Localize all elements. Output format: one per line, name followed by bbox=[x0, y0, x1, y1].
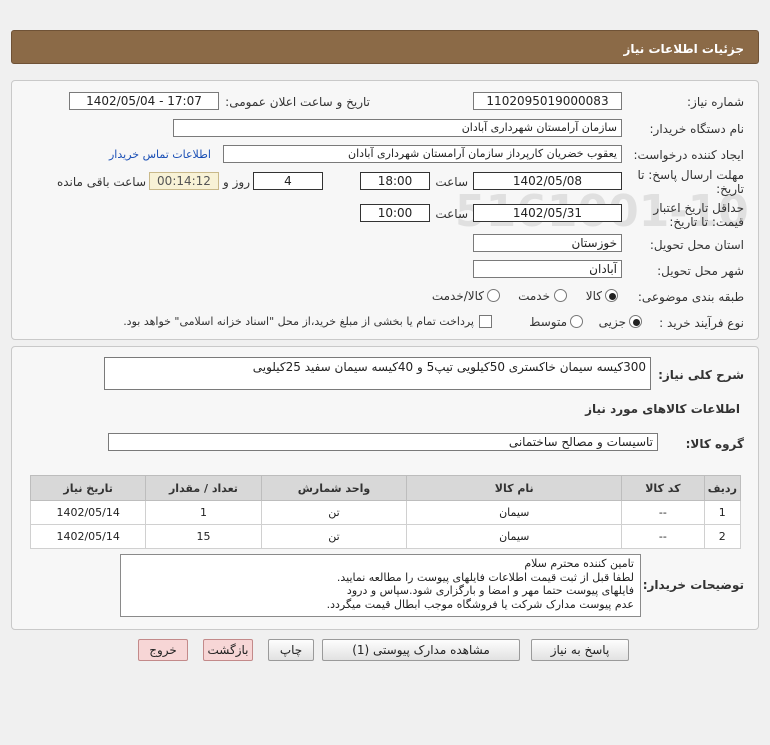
province-label: استان محل تحویل: bbox=[649, 238, 744, 252]
notes-line: تامین کننده محترم سلام bbox=[524, 557, 634, 570]
remaining-label: ساعت باقی مانده bbox=[56, 175, 146, 189]
cell-name: سیمان bbox=[406, 500, 623, 525]
cell-qty: 15 bbox=[145, 524, 262, 549]
process-label: نوع فرآیند خرید : bbox=[659, 316, 744, 330]
col-date: تاریخ نیاز bbox=[29, 475, 147, 501]
col-unit: واحد شمارش bbox=[260, 475, 408, 501]
category-goods-radio[interactable] bbox=[605, 289, 618, 302]
deadline-label-2: تاریخ: bbox=[716, 182, 744, 196]
cell-unit: تن bbox=[260, 500, 408, 525]
page-header: جزئیات اطلاعات نیاز bbox=[11, 30, 759, 64]
deadline-label-1: مهلت ارسال پاسخ: تا bbox=[637, 168, 744, 182]
need-number-field: 1102095019000083 bbox=[473, 92, 622, 110]
print-button[interactable]: چاپ bbox=[268, 639, 314, 661]
col-code: کد کالا bbox=[621, 475, 705, 501]
cell-name: سیمان bbox=[406, 524, 623, 549]
cell-code: -- bbox=[621, 524, 705, 549]
deadline-time-label: ساعت bbox=[435, 175, 468, 189]
summary-label: شرح کلی نیاز: bbox=[658, 368, 744, 382]
notes-line: فایلهای پیوست حتما مهر و امضا و بارگزاری… bbox=[346, 584, 634, 597]
category-goods-service-radio[interactable] bbox=[487, 289, 500, 302]
back-button[interactable]: بازگشت bbox=[203, 639, 253, 661]
deadline-date-field: 1402/05/08 bbox=[473, 172, 622, 190]
table-row: 1 -- سیمان تن 1 1402/05/14 bbox=[29, 500, 742, 525]
category-goods-label: کالا bbox=[585, 289, 602, 303]
remaining-time-field: 00:14:12 bbox=[149, 172, 219, 190]
category-label: طبقه بندی موضوعی: bbox=[637, 290, 744, 304]
announce-label: تاریخ و ساعت اعلان عمومی: bbox=[225, 95, 370, 109]
cell-qty: 1 bbox=[145, 500, 262, 525]
process-medium-radio[interactable] bbox=[570, 315, 583, 328]
summary-field: 300کیسه سیمان خاکستری 50کیلویی تیپ5 و 40… bbox=[104, 357, 651, 390]
process-minor-radio[interactable] bbox=[629, 315, 642, 328]
validity-time-label: ساعت bbox=[435, 207, 468, 221]
goods-info-title: اطلاعات کالاهای مورد نیاز bbox=[585, 402, 740, 416]
notes-line: لطفا قبل از ثبت قیمت اطلاعات فایلهای پیو… bbox=[336, 570, 634, 584]
col-name: نام کالا bbox=[406, 475, 623, 501]
col-qty: تعداد / مقدار bbox=[145, 475, 262, 501]
days-field: 4 bbox=[253, 172, 323, 190]
need-number-label: شماره نیاز: bbox=[687, 95, 744, 109]
reply-button[interactable]: پاسخ به نیاز bbox=[531, 639, 629, 661]
goods-group-label: گروه کالا: bbox=[685, 437, 744, 451]
province-field: خوزستان bbox=[473, 234, 622, 252]
goods-group-field: تاسیسات و مصالح ساختمانی bbox=[108, 433, 658, 451]
cell-unit: تن bbox=[260, 524, 408, 549]
category-service-radio[interactable] bbox=[554, 289, 567, 302]
validity-label-1: حداقل تاریخ اعتبار bbox=[653, 201, 744, 215]
buyer-org-label: نام دستگاه خریدار: bbox=[649, 122, 745, 136]
cell-row: 1 bbox=[703, 500, 742, 525]
table-row: 2 -- سیمان تن 15 1402/05/14 bbox=[29, 524, 742, 549]
process-medium-label: متوسط bbox=[529, 315, 567, 329]
attachments-button[interactable]: مشاهده مدارک پیوستی (1) bbox=[322, 639, 520, 661]
validity-label-2: قیمت: تا تاریخ: bbox=[669, 215, 744, 229]
validity-date-field: 1402/05/31 bbox=[473, 204, 622, 222]
validity-time-field: 10:00 bbox=[360, 204, 430, 222]
creator-field: یعقوب خضریان کارپرداز سازمان آرامستان شه… bbox=[223, 145, 622, 163]
treasury-payment-note: پرداخت تمام یا بخشی از مبلغ خرید،از محل … bbox=[123, 315, 474, 328]
exit-button[interactable]: خروج bbox=[138, 639, 188, 661]
treasury-payment-checkbox[interactable] bbox=[479, 315, 492, 328]
notes-label: توضیحات خریدار: bbox=[642, 578, 744, 592]
buyer-contact-link[interactable]: اطلاعات تماس خریدار bbox=[109, 148, 211, 161]
announce-field: 1402/05/04 - 17:07 bbox=[69, 92, 219, 110]
cell-row: 2 bbox=[703, 524, 742, 549]
table-header-row: ردیف کد کالا نام کالا واحد شمارش تعداد /… bbox=[29, 475, 742, 501]
col-row: ردیف bbox=[703, 475, 742, 501]
city-field: آبادان bbox=[473, 260, 622, 278]
creator-label: ایجاد کننده درخواست: bbox=[633, 148, 744, 162]
city-label: شهر محل تحویل: bbox=[657, 264, 744, 278]
deadline-time-field: 18:00 bbox=[360, 172, 430, 190]
category-goods-service-label: کالا/خدمت bbox=[431, 289, 484, 303]
cell-code: -- bbox=[621, 500, 705, 525]
cell-date: 1402/05/14 bbox=[29, 500, 147, 525]
buyer-notes: تامین کننده محترم سلام لطفا قبل از ثبت ق… bbox=[120, 554, 641, 617]
category-service-label: خدمت bbox=[518, 289, 550, 303]
cell-date: 1402/05/14 bbox=[29, 524, 147, 549]
buyer-org-field: سازمان آرامستان شهرداری آبادان bbox=[173, 119, 622, 137]
page-title: جزئیات اطلاعات نیاز bbox=[623, 42, 744, 56]
days-label: روز و bbox=[223, 175, 250, 189]
process-minor-label: جزیی bbox=[598, 315, 626, 329]
goods-table: ردیف کد کالا نام کالا واحد شمارش تعداد /… bbox=[29, 475, 742, 549]
notes-line: عدم پیوست مدارک شرکت یا فروشگاه موجب ابط… bbox=[326, 597, 634, 611]
